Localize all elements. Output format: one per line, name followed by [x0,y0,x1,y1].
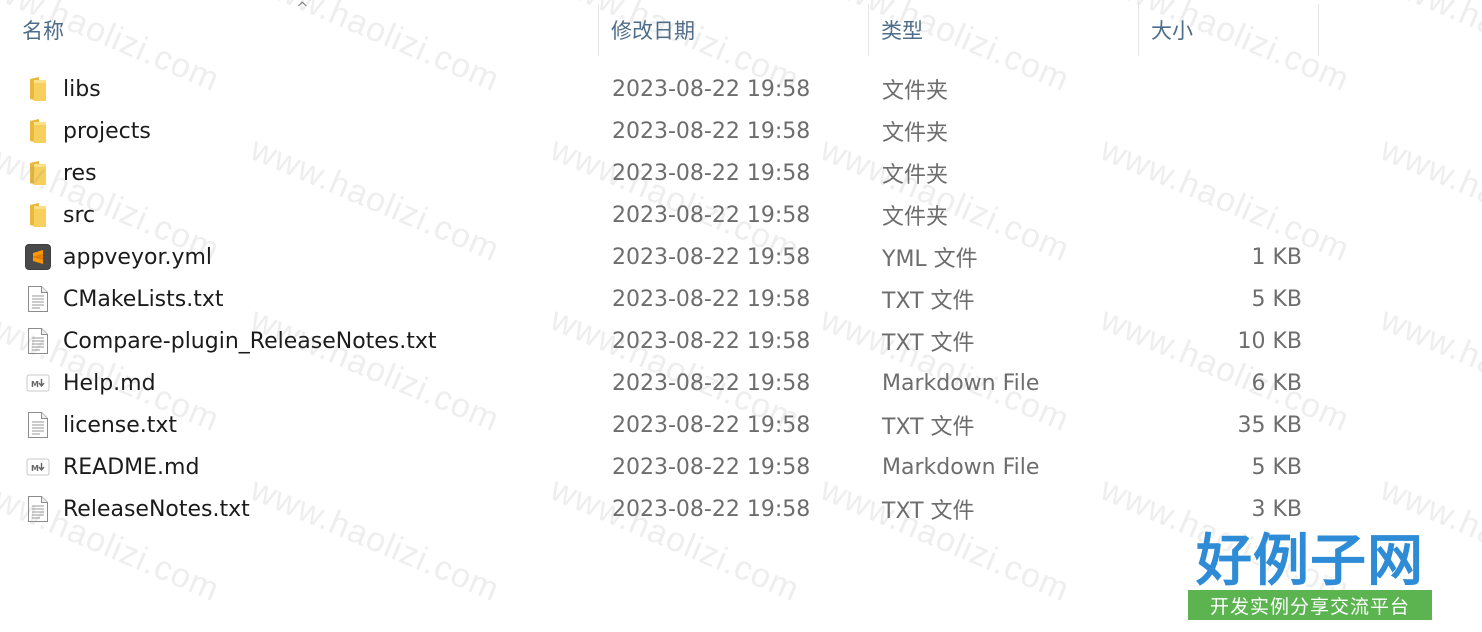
file-row[interactable]: Compare-plugin_ReleaseNotes.txt 2023-08-… [0,320,1482,362]
file-type: Markdown File [882,454,1040,480]
markdown-file-icon: M [24,446,52,488]
file-type: TXT 文件 [882,331,975,356]
file-row[interactable]: appveyor.yml 2023-08-22 19:58 YML 文件 1 K… [0,236,1482,278]
column-header-type-label: 类型 [881,19,923,43]
svg-text:M: M [31,464,39,473]
column-header-size-label: 大小 [1151,19,1193,43]
file-row[interactable]: res 2023-08-22 19:58 文件夹 [0,152,1482,194]
sublime-file-icon [24,236,52,278]
text-file-icon [24,320,52,362]
file-row[interactable]: libs 2023-08-22 19:58 文件夹 [0,68,1482,110]
file-name: src [63,202,96,228]
file-name: Compare-plugin_ReleaseNotes.txt [63,328,437,354]
text-file-icon [24,488,52,530]
file-type: TXT 文件 [882,499,975,524]
folder-icon [24,110,52,152]
column-header-type[interactable]: 类型 [869,0,1138,60]
logo-title: 好例子网 [1196,527,1424,594]
file-type: TXT 文件 [882,289,975,314]
file-size: 35 KB [1237,412,1302,438]
file-row[interactable]: projects 2023-08-22 19:58 文件夹 [0,110,1482,152]
column-header-size[interactable]: 大小 [1139,0,1319,60]
file-type: 文件夹 [882,79,949,104]
folder-icon [24,152,52,194]
file-name: projects [63,118,151,144]
file-size: 10 KB [1237,328,1302,354]
file-type: 文件夹 [882,163,949,188]
file-name: CMakeLists.txt [63,286,224,312]
file-date: 2023-08-22 19:58 [612,454,811,480]
file-date: 2023-08-22 19:58 [612,370,811,396]
file-size: 5 KB [1251,454,1302,480]
file-row[interactable]: src 2023-08-22 19:58 文件夹 [0,194,1482,236]
column-divider[interactable] [1318,4,1319,56]
text-file-icon [24,278,52,320]
folder-icon [24,194,52,236]
file-row[interactable]: license.txt 2023-08-22 19:58 TXT 文件 35 K… [0,404,1482,446]
file-date: 2023-08-22 19:58 [612,160,811,186]
file-name: license.txt [63,412,178,438]
logo-subtitle: 开发实例分享交流平台 [1188,590,1432,620]
file-date: 2023-08-22 19:58 [612,286,811,312]
file-row[interactable]: CMakeLists.txt 2023-08-22 19:58 TXT 文件 5… [0,278,1482,320]
column-header-name[interactable]: 名称 [0,0,598,60]
file-name: res [63,160,97,186]
file-name: ReleaseNotes.txt [63,496,250,522]
file-size: 5 KB [1251,286,1302,312]
file-date: 2023-08-22 19:58 [612,202,811,228]
file-name: Help.md [63,370,156,396]
file-type: TXT 文件 [882,415,975,440]
column-header-date-label: 修改日期 [611,19,695,43]
file-size: 6 KB [1251,370,1302,396]
file-type: 文件夹 [882,121,949,146]
file-name: libs [63,76,101,102]
column-header-name-label: 名称 [22,19,64,43]
file-type: YML 文件 [882,247,978,272]
text-file-icon [24,404,52,446]
column-header: ^ 名称 修改日期 类型 大小 [0,0,1482,60]
folder-icon [24,68,52,110]
site-logo: 好例子网 开发实例分享交流平台 [1186,524,1434,624]
file-row[interactable]: M Help.md 2023-08-22 19:58 Markdown File… [0,362,1482,404]
file-date: 2023-08-22 19:58 [612,244,811,270]
file-size: 1 KB [1251,244,1302,270]
file-row[interactable]: M README.md 2023-08-22 19:58 Markdown Fi… [0,446,1482,488]
file-type: 文件夹 [882,205,949,230]
file-name: README.md [63,454,200,480]
file-date: 2023-08-22 19:58 [612,328,811,354]
file-date: 2023-08-22 19:58 [612,496,811,522]
file-date: 2023-08-22 19:58 [612,412,811,438]
file-explorer: ^ 名称 修改日期 类型 大小 libs 2023-08-22 19:58 文件… [0,0,1482,632]
file-date: 2023-08-22 19:58 [612,118,811,144]
column-header-date[interactable]: 修改日期 [599,0,868,60]
svg-text:M: M [31,380,39,389]
file-name: appveyor.yml [63,244,213,270]
file-date: 2023-08-22 19:58 [612,76,811,102]
markdown-file-icon: M [24,362,52,404]
file-list: libs 2023-08-22 19:58 文件夹 projects 2023-… [0,68,1482,530]
file-type: Markdown File [882,370,1040,396]
